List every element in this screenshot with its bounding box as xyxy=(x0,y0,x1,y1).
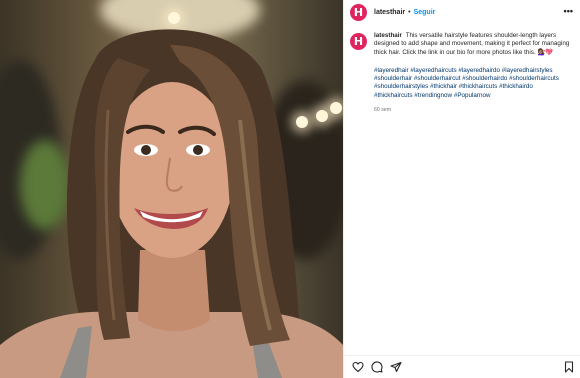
caption: latesthair This versatile hairstyle feat… xyxy=(374,32,570,114)
portrait-illustration xyxy=(0,29,343,378)
hashtag-link[interactable]: #layeredhairstyles xyxy=(502,67,553,74)
share-icon[interactable] xyxy=(390,361,402,373)
hashtag-link[interactable]: #thickhaircuts xyxy=(459,83,498,90)
hashtag-link[interactable]: #thickhairdo xyxy=(499,83,533,90)
hashtag-link[interactable]: #shoulderhair xyxy=(374,75,412,82)
caption-avatar[interactable]: H xyxy=(350,33,367,50)
more-options-icon[interactable]: ••• xyxy=(564,6,573,16)
hashtag-link[interactable]: #trendingnow xyxy=(414,92,452,99)
action-bar xyxy=(344,355,580,378)
hashtag-link[interactable]: #layeredhairdo xyxy=(458,67,500,74)
hashtag-list: #layeredhair #layeredhaircuts #layeredha… xyxy=(374,67,570,100)
post-info-pane: H latesthair • Seguir ••• H latesthair T… xyxy=(343,0,580,378)
post-photo[interactable] xyxy=(0,0,343,378)
hashtag-link[interactable]: #Popularnow xyxy=(454,92,491,99)
hashtag-link[interactable]: #shoulderhaircuts xyxy=(509,75,559,82)
hashtag-link[interactable]: #thickhaircuts xyxy=(374,92,413,99)
hashtag-link[interactable]: #shoulderhairstyles xyxy=(374,83,428,90)
hashtag-link[interactable]: #layeredhaircuts xyxy=(410,67,456,74)
header-separator: • xyxy=(408,8,411,16)
bookmark-icon[interactable] xyxy=(563,361,575,373)
post-header: H latesthair • Seguir ••• xyxy=(344,0,580,24)
author-avatar[interactable]: H xyxy=(350,3,367,21)
neck xyxy=(138,250,210,332)
hashtag-link[interactable]: #shoulderhaircut xyxy=(414,75,461,82)
comment-icon[interactable] xyxy=(371,361,383,373)
author-username[interactable]: latesthair xyxy=(374,9,405,16)
post-timestamp[interactable]: 60 sem xyxy=(374,106,570,114)
caption-text: This versatile hairstyle features should… xyxy=(374,32,570,56)
follow-button[interactable]: Seguir xyxy=(414,9,436,16)
caption-username[interactable]: latesthair xyxy=(374,32,402,39)
hashtag-link[interactable]: #shoulderhairdo xyxy=(462,75,507,82)
caption-block: H latesthair This versatile hairstyle fe… xyxy=(350,32,574,114)
heart-icon[interactable] xyxy=(352,361,364,373)
hashtag-link[interactable]: #thickhair xyxy=(430,83,457,90)
hashtag-link[interactable]: #layeredhair xyxy=(374,67,409,74)
